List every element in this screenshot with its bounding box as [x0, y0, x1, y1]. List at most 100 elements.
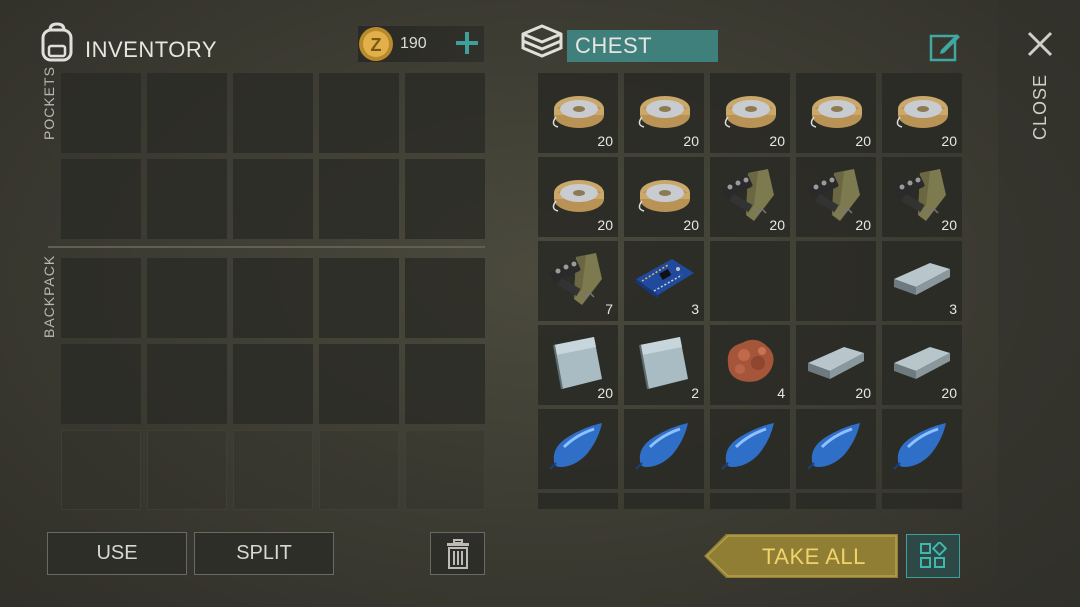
- circuit-board-icon: [636, 259, 694, 299]
- item-quantity: 20: [855, 133, 871, 149]
- chest-slot[interactable]: 20: [796, 73, 876, 153]
- split-button[interactable]: SPLIT: [194, 532, 334, 575]
- svg-text:Z: Z: [371, 35, 382, 55]
- chest-slot[interactable]: [710, 409, 790, 489]
- close-label[interactable]: CLOSE: [1030, 74, 1051, 140]
- chest-slot[interactable]: 20: [882, 73, 962, 153]
- chest-slot[interactable]: 7: [538, 241, 618, 321]
- pocket-slot[interactable]: [319, 159, 399, 239]
- item-quantity: 3: [691, 301, 699, 317]
- use-button[interactable]: USE: [47, 532, 187, 575]
- coin-counter: Z 190: [358, 26, 484, 62]
- item-quantity: 20: [941, 133, 957, 149]
- backpack-slot[interactable]: [319, 344, 399, 424]
- close-icon[interactable]: [1026, 30, 1054, 58]
- item-quantity: 7: [605, 301, 613, 317]
- gun-parts-icon: [549, 253, 602, 305]
- backpack-slot[interactable]: [147, 344, 227, 424]
- chest-slot[interactable]: 2: [624, 325, 704, 405]
- take-all-label: TAKE ALL: [762, 544, 866, 569]
- locked-slot: [61, 430, 141, 510]
- chest-slot[interactable]: [796, 241, 876, 321]
- chest-slot[interactable]: 20: [624, 157, 704, 237]
- backpack-slot[interactable]: [405, 258, 485, 338]
- chest-slot[interactable]: 4: [710, 325, 790, 405]
- close-panel[interactable]: CLOSE: [998, 0, 1080, 607]
- item-quantity: 20: [683, 217, 699, 233]
- metal-ingot-icon: [894, 263, 950, 295]
- rename-chest-button[interactable]: [929, 30, 961, 62]
- chest-slot[interactable]: 20: [882, 325, 962, 405]
- blue-drop-icon: [721, 423, 774, 470]
- metal-ingot-icon: [894, 347, 950, 379]
- gun-parts-icon: [807, 169, 860, 221]
- pocket-slot[interactable]: [233, 159, 313, 239]
- chest-scroll-peek: [538, 493, 962, 509]
- copper-ore-icon: [727, 339, 774, 382]
- chest-slot[interactable]: 20: [882, 157, 962, 237]
- wire-spool-icon: [638, 96, 690, 128]
- backpack-slot[interactable]: [147, 258, 227, 338]
- add-coins-button[interactable]: [452, 28, 482, 58]
- chest-slot[interactable]: 20: [710, 73, 790, 153]
- pocket-slot[interactable]: [319, 73, 399, 153]
- chest-slot[interactable]: [796, 409, 876, 489]
- pocket-slot[interactable]: [147, 159, 227, 239]
- pocket-slot[interactable]: [61, 159, 141, 239]
- chest-slot[interactable]: 20: [538, 325, 618, 405]
- chest-slot[interactable]: [882, 493, 962, 509]
- chest-title-bar: CHEST: [567, 30, 718, 62]
- coin-amount: 190: [400, 35, 427, 52]
- item-quantity: 20: [941, 217, 957, 233]
- chest-slot[interactable]: 20: [796, 325, 876, 405]
- item-quantity: 2: [691, 385, 699, 401]
- pocket-slot[interactable]: [405, 73, 485, 153]
- gun-parts-icon: [893, 169, 946, 221]
- chest-slot[interactable]: 20: [710, 157, 790, 237]
- backpack-slot[interactable]: [61, 258, 141, 338]
- backpack-slot[interactable]: [233, 258, 313, 338]
- chest-slot[interactable]: [710, 493, 790, 509]
- item-quantity: 20: [769, 133, 785, 149]
- backpack-slot[interactable]: [61, 344, 141, 424]
- chest-icon: [519, 22, 565, 64]
- item-quantity: 20: [855, 217, 871, 233]
- chest-slot[interactable]: [624, 409, 704, 489]
- take-all-button[interactable]: TAKE ALL: [704, 534, 898, 578]
- chest-slot[interactable]: [882, 409, 962, 489]
- chest-slot[interactable]: 3: [882, 241, 962, 321]
- pocket-slot[interactable]: [147, 73, 227, 153]
- chest-slot[interactable]: [538, 409, 618, 489]
- chest-slot[interactable]: 3: [624, 241, 704, 321]
- chest-slot[interactable]: 20: [796, 157, 876, 237]
- chest-slot[interactable]: 20: [538, 157, 618, 237]
- locked-slot: [233, 430, 313, 510]
- backpack-label: BACKPACK: [41, 254, 57, 338]
- item-quantity: 20: [855, 385, 871, 401]
- pocket-slot[interactable]: [61, 73, 141, 153]
- chest-title: CHEST: [575, 33, 653, 58]
- chest-slot[interactable]: [624, 493, 704, 509]
- chest-slot[interactable]: 20: [538, 73, 618, 153]
- chest-slot[interactable]: [710, 241, 790, 321]
- wire-spool-icon: [552, 180, 604, 212]
- backpack-icon: [38, 22, 76, 62]
- blue-drop-icon: [893, 423, 946, 470]
- gun-parts-icon: [721, 169, 774, 221]
- wire-spool-icon: [552, 96, 604, 128]
- backpack-slot[interactable]: [233, 344, 313, 424]
- item-quantity: 20: [597, 217, 613, 233]
- item-quantity: 20: [941, 385, 957, 401]
- pocket-slot[interactable]: [233, 73, 313, 153]
- backpack-slot[interactable]: [319, 258, 399, 338]
- sort-button[interactable]: [906, 534, 960, 578]
- trash-button[interactable]: [430, 532, 485, 575]
- chest-slot[interactable]: 20: [624, 73, 704, 153]
- pocket-slot[interactable]: [405, 159, 485, 239]
- chest-slot[interactable]: [538, 493, 618, 509]
- metal-plate-icon: [639, 337, 688, 390]
- item-quantity: 20: [597, 133, 613, 149]
- locked-slot: [319, 430, 399, 510]
- backpack-slot[interactable]: [405, 344, 485, 424]
- chest-slot[interactable]: [796, 493, 876, 509]
